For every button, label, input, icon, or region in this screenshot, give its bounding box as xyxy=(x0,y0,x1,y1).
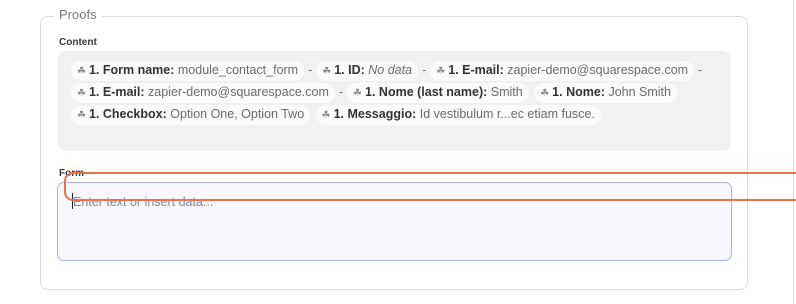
content-token-field[interactable]: ☘ 1. Form name: module_contact_form - ☘ 1. I… xyxy=(58,51,731,151)
zap-icon: ☘ xyxy=(540,88,550,99)
data-token[interactable]: ☘ 1. Messaggio: Id vestibulum r...ec etia… xyxy=(315,105,601,125)
content-label: Content xyxy=(59,37,97,48)
data-token[interactable]: ☘ 1. Nome (last name): Smith xyxy=(347,83,529,103)
zap-icon: ☘ xyxy=(77,88,86,99)
zap-icon: ☘ xyxy=(322,66,332,77)
data-token[interactable]: ☘ 1. ID: No data xyxy=(316,61,419,81)
annotation-highlight xyxy=(64,172,796,201)
scrollbar-track xyxy=(793,0,794,304)
data-token[interactable]: ☘ 1. E-mail: zapier-demo@squarespace.com xyxy=(71,83,335,103)
zap-icon: ☘ xyxy=(77,110,86,121)
zap-icon: ☘ xyxy=(77,66,86,77)
zap-icon: ☘ xyxy=(353,88,363,99)
proofs-legend: Proofs xyxy=(54,7,102,22)
zap-icon: ☘ xyxy=(436,66,446,77)
data-token[interactable]: ☘ 1. Form name: module_contact_form xyxy=(71,61,305,81)
data-token[interactable]: ☘ 1. Nome: John Smith xyxy=(534,83,677,103)
data-token[interactable]: ☘ 1. E-mail: zapier-demo@squarespace.com xyxy=(430,61,695,81)
zap-icon: ☘ xyxy=(321,110,331,121)
data-token[interactable]: ☘ 1. Checkbox: Option One, Option Two xyxy=(71,105,311,125)
